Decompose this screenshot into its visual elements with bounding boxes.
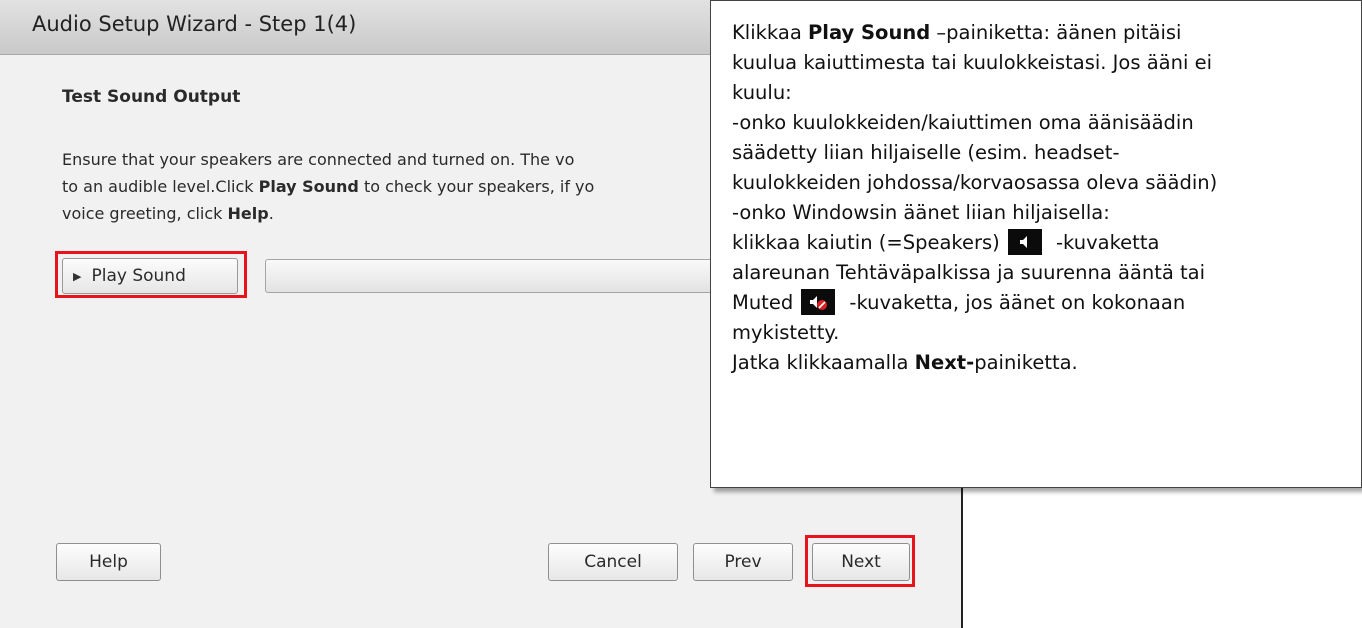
instruction-callout: Klikkaa Play Sound –painiketta: äänen pi… <box>710 0 1362 488</box>
sound-level-meter <box>265 259 715 293</box>
instructions-line-2-text-c: to check your speakers, if yo <box>358 177 595 196</box>
help-button-label: Help <box>89 552 128 572</box>
callout-text: Klikkaa Play Sound –painiketta: äänen pi… <box>732 18 1352 378</box>
speaker-muted-icon <box>801 288 836 315</box>
callout-line-4: -onko kuulokkeiden/kaiuttimen oma äänisä… <box>732 111 1194 134</box>
callout-line-7: -onko Windowsin äänet liian hiljaisella: <box>732 201 1110 224</box>
section-heading: Test Sound Output <box>62 87 241 107</box>
callout-line-1-b: Play Sound <box>807 21 931 44</box>
callout-line-8-a: klikkaa kaiutin (=Speakers) <box>732 231 1000 254</box>
cancel-button-label: Cancel <box>584 552 642 572</box>
callout-line-12-a: Jatka klikkaamalla <box>732 351 915 374</box>
prev-button-label: Prev <box>724 552 762 572</box>
instructions-line-3-text-a: voice greeting, click <box>62 204 228 223</box>
instructions-line-2-text-a: to an audible level.Click <box>62 177 259 196</box>
callout-line-1-a: Klikkaa <box>732 21 808 44</box>
callout-line-11: mykistetty. <box>732 321 840 344</box>
callout-line-1-c: –painiketta: äänen pitäisi <box>930 21 1182 44</box>
callout-line-12-c: painiketta. <box>974 351 1078 374</box>
window-title: Audio Setup Wizard - Step 1(4) <box>32 12 357 36</box>
screenshot-stage: Audio Setup Wizard - Step 1(4) Test Soun… <box>0 0 1362 628</box>
cancel-button[interactable]: Cancel <box>548 543 678 581</box>
prev-button[interactable]: Prev <box>693 543 793 581</box>
help-reference: Help <box>227 204 269 223</box>
next-button-label: Next <box>841 552 881 572</box>
play-sound-reference: Play Sound <box>258 177 359 196</box>
callout-line-3: kuulu: <box>732 81 792 104</box>
play-sound-label: Play Sound <box>91 266 186 286</box>
play-sound-button[interactable]: ▶ Play Sound <box>62 258 238 294</box>
callout-line-12-b: Next- <box>914 351 975 374</box>
callout-line-1: Klikkaa Play Sound –painiketta: äänen pi… <box>732 18 1352 48</box>
callout-line-10: Muted -kuvaketta, jos äänet on kokonaan <box>732 288 1352 318</box>
next-button[interactable]: Next <box>812 543 910 581</box>
instructions-line-3-text-c: . <box>268 204 274 223</box>
callout-line-6: kuulokkeiden johdossa/korvaosassa oleva … <box>732 171 1218 194</box>
callout-line-8-b: -kuvaketta <box>1049 231 1160 254</box>
help-button[interactable]: Help <box>56 543 161 581</box>
callout-line-9: alareunan Tehtäväpalkissa ja suurenna ää… <box>732 261 1206 284</box>
callout-line-12: Jatka klikkaamalla Next-painiketta. <box>732 348 1352 378</box>
play-triangle-icon: ▶ <box>73 269 82 283</box>
callout-line-5: säädetty liian hiljaiselle (esim. headse… <box>732 141 1120 164</box>
callout-line-8: klikkaa kaiutin (=Speakers) -kuvaketta <box>732 228 1352 258</box>
callout-line-10-b: -kuvaketta, jos äänet on kokonaan <box>843 291 1186 314</box>
callout-line-10-a: Muted <box>732 291 794 314</box>
callout-line-2: kuulua kaiuttimesta tai kuulokkeistasi. … <box>732 51 1212 74</box>
speaker-icon <box>1007 228 1042 255</box>
